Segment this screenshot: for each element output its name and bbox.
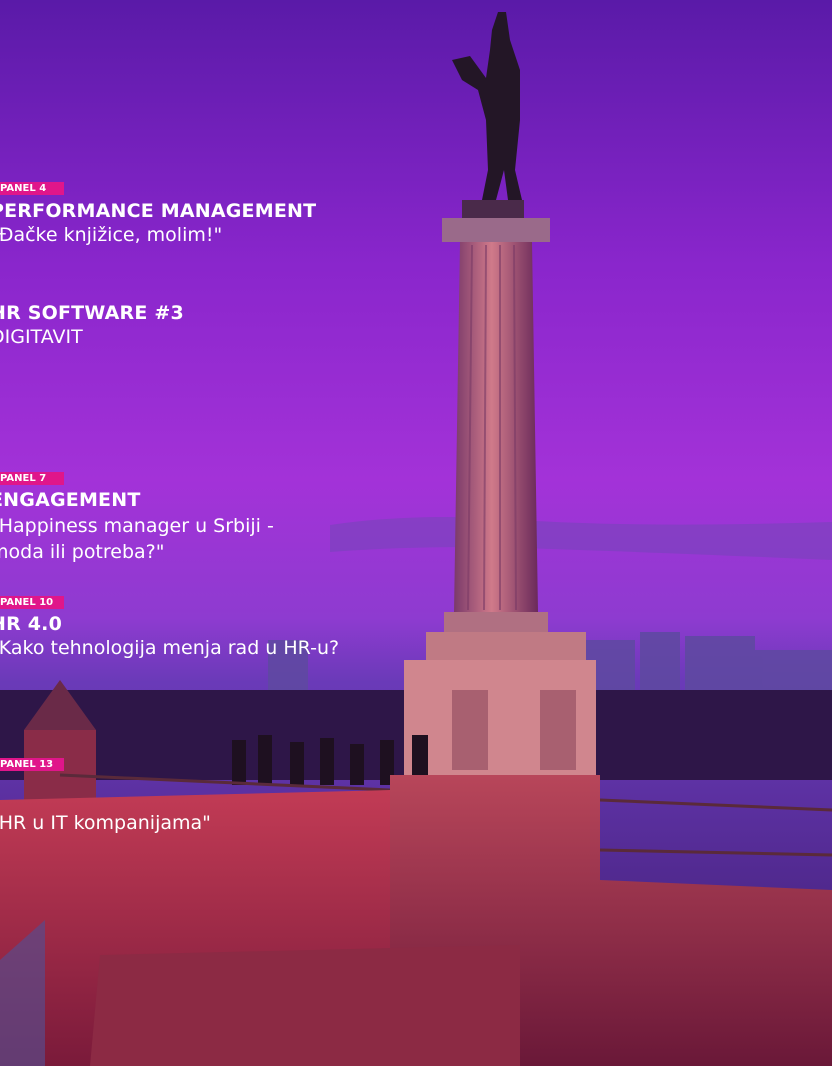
panel-badge: PANEL 10 (0, 596, 64, 609)
panel-title: PERFORMANCE MANAGEMENT (0, 200, 317, 222)
session-title: HR SOFTWARE #3 (0, 302, 184, 324)
panel-title: ENGAGEMENT (0, 489, 141, 511)
panel-subtitle: "Đačke knjižice, molim!" (0, 224, 223, 246)
agenda-item-panel-10: PANEL 10 HR 4.0 "Kako tehnologija menja … (0, 594, 339, 661)
panel-subtitle-line-2: moda ili potreba?" (0, 541, 165, 563)
panel-subtitle-line-1: "Happiness manager u Srbiji - (0, 515, 274, 537)
panel-badge: PANEL 7 (0, 472, 64, 485)
panel-subtitle: "Kako tehnologija menja rad u HR-u? (0, 637, 340, 659)
session-subtitle: DIGITAVIT (0, 326, 83, 348)
panel-subtitle: "HR u IT kompanijama" (0, 812, 211, 834)
agenda-item-panel-4: PANEL 4 PERFORMANCE MANAGEMENT "Đačke kn… (0, 180, 316, 248)
agenda-item-panel-7: PANEL 7 ENGAGEMENT "Happiness manager u … (0, 470, 274, 565)
agenda-item-hr-software: HR SOFTWARE #3 DIGITAVIT (0, 302, 184, 350)
panel-badge: PANEL 4 (0, 182, 64, 195)
panel-title: HR 4.0 (0, 613, 63, 635)
agenda-list: PANEL 4 PERFORMANCE MANAGEMENT "Đačke kn… (0, 0, 832, 1066)
panel-badge: PANEL 13 (0, 758, 64, 771)
agenda-item-panel-13: PANEL 13 "HR u IT kompanijama" (0, 756, 211, 836)
